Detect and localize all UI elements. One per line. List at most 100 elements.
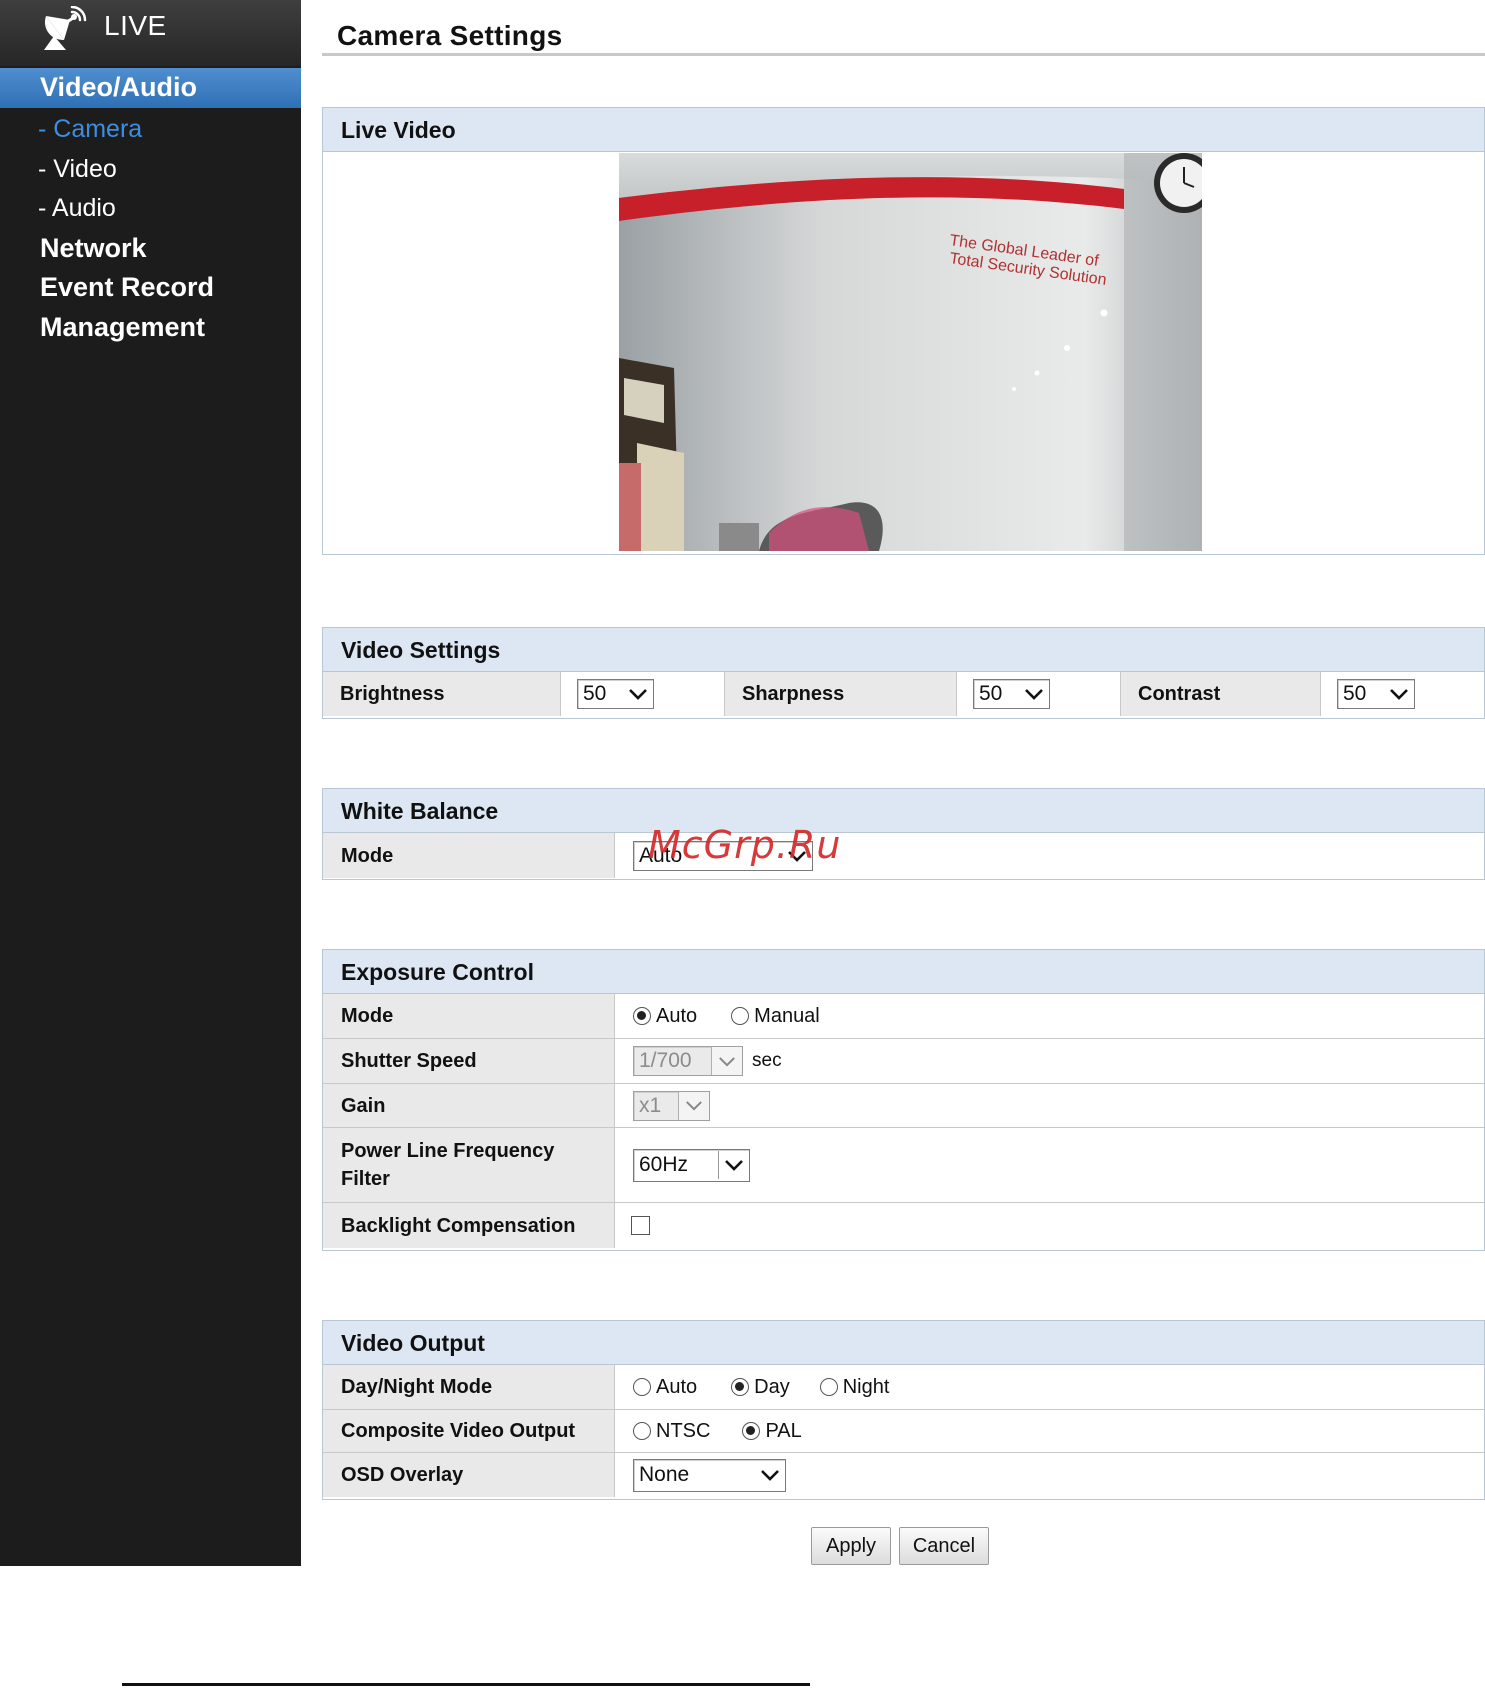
radio-selected-icon xyxy=(742,1422,761,1440)
sharpness-cell: 50 xyxy=(957,672,1121,716)
power-line-cell: 60Hz xyxy=(615,1128,1484,1202)
chevron-down-icon xyxy=(1019,680,1049,708)
day-night-day-option[interactable]: Day xyxy=(731,1376,790,1399)
backlight-row: Backlight Compensation xyxy=(323,1202,1484,1248)
backlight-checkbox[interactable] xyxy=(631,1216,650,1235)
day-night-day-label: Day xyxy=(754,1375,790,1398)
exposure-mode-row: Mode Auto Manual xyxy=(323,994,1484,1038)
power-line-label: Power Line Frequency Filter xyxy=(323,1128,615,1202)
osd-label: OSD Overlay xyxy=(323,1453,615,1497)
day-night-cell: Auto Day Night xyxy=(615,1365,1484,1409)
radio-unselected-icon xyxy=(819,1378,838,1396)
backlight-label: Backlight Compensation xyxy=(323,1203,615,1248)
video-settings-row: Brightness 50 Sharpness 50 Contrast 50 xyxy=(323,672,1484,716)
radio-unselected-icon xyxy=(633,1378,651,1396)
white-balance-panel: White Balance Mode Auto xyxy=(322,788,1485,880)
brightness-label: Brightness xyxy=(323,672,561,716)
wb-mode-label: Mode xyxy=(323,833,615,878)
video-output-panel: Video Output Day/Night Mode Auto Day Nig… xyxy=(322,1320,1485,1500)
radio-selected-icon xyxy=(633,1007,651,1025)
gain-select[interactable]: x1 xyxy=(633,1090,710,1121)
shutter-speed-label: Shutter Speed xyxy=(323,1039,615,1083)
chevron-down-icon xyxy=(678,1091,709,1120)
power-line-label-line1: Power Line Frequency xyxy=(341,1140,555,1162)
video-settings-panel: Video Settings Brightness 50 Sharpness 5… xyxy=(322,627,1485,719)
contrast-select[interactable]: 50 xyxy=(1337,679,1415,709)
composite-pal-label: PAL xyxy=(765,1419,802,1442)
apply-button[interactable]: Apply xyxy=(811,1527,891,1565)
power-line-row: Power Line Frequency Filter 60Hz xyxy=(323,1127,1484,1202)
page-title: Camera Settings xyxy=(337,20,563,51)
radio-selected-icon xyxy=(731,1378,750,1396)
gain-cell: x1 xyxy=(615,1084,1484,1127)
shutter-speed-value: 1/700 xyxy=(639,1049,692,1072)
nav-item-management[interactable]: Management xyxy=(40,312,205,343)
gain-row: Gain x1 xyxy=(323,1083,1484,1127)
backlight-cell xyxy=(615,1203,1484,1248)
composite-ntsc-option[interactable]: NTSC xyxy=(633,1420,710,1443)
bottom-divider xyxy=(122,1683,810,1686)
nav-item-network[interactable]: Network xyxy=(40,233,147,264)
nav-item-event-record[interactable]: Event Record xyxy=(40,272,214,303)
osd-cell: None xyxy=(615,1453,1484,1497)
nav-subitem-video[interactable]: - Video xyxy=(38,155,117,184)
nav-subitem-camera[interactable]: - Camera xyxy=(38,115,142,144)
osd-select[interactable]: None xyxy=(633,1458,786,1492)
live-label: LIVE xyxy=(104,10,167,41)
power-line-select[interactable]: 60Hz xyxy=(633,1148,750,1182)
day-night-auto-option[interactable]: Auto xyxy=(633,1376,697,1399)
sharpness-label: Sharpness xyxy=(725,672,957,716)
live-video-panel: Live Video The Global Leader of Total Se… xyxy=(322,107,1485,555)
cancel-button[interactable]: Cancel xyxy=(899,1527,989,1565)
shutter-speed-row: Shutter Speed 1/700 sec xyxy=(323,1038,1484,1083)
sidebar: LIVE Video/Audio - Camera - Video - Audi… xyxy=(0,0,301,1566)
live-video-heading: Live Video xyxy=(323,108,1484,152)
contrast-cell: 50 xyxy=(1321,672,1484,716)
power-line-label-line2: Filter xyxy=(341,1168,390,1190)
brightness-value: 50 xyxy=(583,682,607,705)
satellite-dish-icon xyxy=(44,6,87,50)
brightness-cell: 50 xyxy=(561,672,725,716)
composite-label: Composite Video Output xyxy=(323,1410,615,1452)
brightness-select[interactable]: 50 xyxy=(577,679,654,709)
wb-mode-row: Mode Auto xyxy=(323,833,1484,878)
chevron-down-icon xyxy=(711,1047,742,1075)
power-line-value: 60Hz xyxy=(639,1153,689,1176)
shutter-speed-cell: 1/700 sec xyxy=(615,1039,1484,1083)
day-night-auto-label: Auto xyxy=(656,1375,698,1398)
live-video-feed[interactable]: The Global Leader of Total Security Solu… xyxy=(619,153,1202,551)
sharpness-select[interactable]: 50 xyxy=(973,679,1050,709)
white-balance-heading: White Balance xyxy=(323,789,1484,833)
sharpness-value: 50 xyxy=(979,682,1003,705)
day-night-night-option[interactable]: Night xyxy=(819,1375,890,1399)
exposure-mode-manual-option[interactable]: Manual xyxy=(731,1005,820,1028)
exposure-heading: Exposure Control xyxy=(323,950,1484,994)
exposure-mode-manual-label: Manual xyxy=(754,1004,820,1027)
exposure-mode-auto-option[interactable]: Auto xyxy=(633,1005,697,1028)
exposure-control-panel: Exposure Control Mode Auto Manual Shutte… xyxy=(322,949,1485,1251)
composite-ntsc-label: NTSC xyxy=(656,1419,711,1442)
title-divider xyxy=(322,53,1485,56)
osd-value: None xyxy=(639,1463,690,1486)
chevron-down-icon xyxy=(1384,680,1414,708)
gain-label: Gain xyxy=(323,1084,615,1127)
nav-item-video-audio-label: Video/Audio xyxy=(40,72,198,102)
shutter-speed-unit: sec xyxy=(752,1050,782,1071)
nav-item-video-audio[interactable]: Video/Audio xyxy=(0,68,301,108)
nav-subitem-audio[interactable]: - Audio xyxy=(38,194,116,223)
chevron-down-icon xyxy=(755,1461,785,1489)
shutter-speed-select[interactable]: 1/700 xyxy=(633,1046,743,1076)
video-settings-heading: Video Settings xyxy=(323,628,1484,672)
video-output-heading: Video Output xyxy=(323,1321,1484,1365)
exposure-mode-cell: Auto Manual xyxy=(615,994,1484,1038)
watermark-text: McGrp.Ru xyxy=(648,823,842,867)
contrast-label: Contrast xyxy=(1121,672,1321,716)
live-bar[interactable]: LIVE xyxy=(0,0,301,66)
exposure-mode-label: Mode xyxy=(323,994,615,1038)
gain-value: x1 xyxy=(639,1093,662,1117)
composite-pal-option[interactable]: PAL xyxy=(742,1419,802,1443)
exposure-mode-auto-label: Auto xyxy=(656,1004,698,1027)
day-night-row: Day/Night Mode Auto Day Night xyxy=(323,1365,1484,1409)
composite-cell: NTSC PAL xyxy=(615,1410,1484,1452)
day-night-night-label: Night xyxy=(842,1375,890,1398)
